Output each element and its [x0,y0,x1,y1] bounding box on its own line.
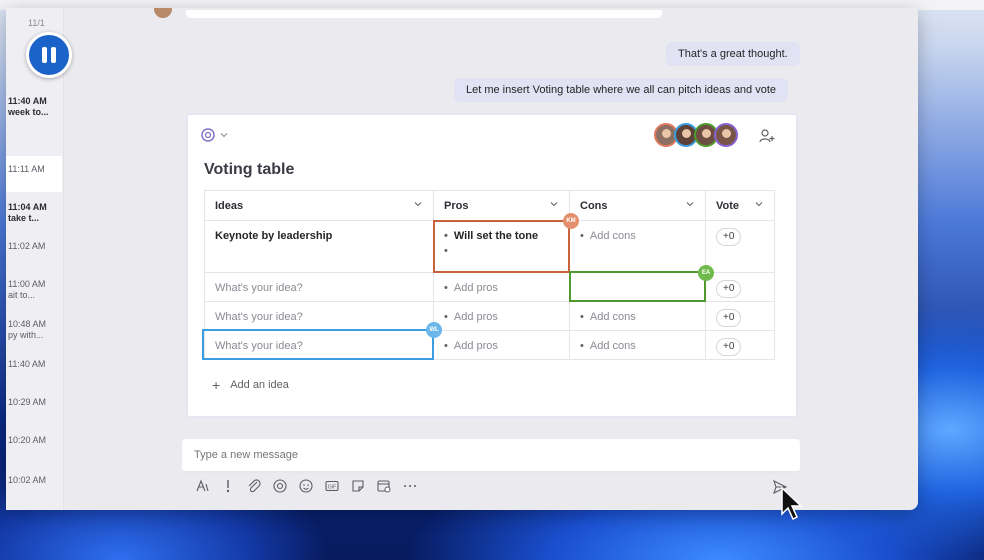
schedule-meeting-icon[interactable] [376,478,392,494]
priority-icon[interactable] [220,478,236,494]
idea-cell[interactable]: What's your idea? [204,330,434,360]
presence-tag: EA [698,265,714,281]
chat-item[interactable]: 10:48 AM py with... [8,319,62,341]
chat-item[interactable]: 10:29 AM [8,397,62,408]
pause-button[interactable] [26,32,72,78]
chat-list: 11/1 11:40 AM week to... 11:11 AM 11:04 A… [6,8,64,510]
compose-toolbar: GIF [194,478,418,494]
message-input[interactable] [194,449,694,461]
vote-cell: +0 [705,330,775,360]
chat-item[interactable]: 11:40 AM week to... [8,96,62,118]
chat-item[interactable]: 11:04 AM take t... [8,202,62,224]
column-header-cons[interactable]: Cons [569,190,706,221]
avatar [154,8,172,18]
idea-cell[interactable]: Keynote by leadership [204,220,434,273]
chat-item[interactable]: 10:02 AM [8,475,62,486]
presence-tag: WL [426,322,442,338]
column-header-vote[interactable]: Vote [705,190,775,221]
vote-cell: +0 [705,301,775,331]
table-row: Keynote by leadership Will set the tone … [204,220,775,273]
vote-button[interactable]: +0 [716,309,742,327]
pros-cell[interactable]: Add pros [433,301,570,331]
loop-icon [201,128,215,142]
cons-cell[interactable] [569,272,706,302]
teams-window: 11/1 11:40 AM week to... 11:11 AM 11:04 A… [6,8,918,510]
cons-cell[interactable]: Add cons [569,330,706,360]
chevron-down-icon [220,133,228,138]
presence-tag: KM [563,213,579,229]
chat-item[interactable]: 11:00 AM ait to... [8,279,62,301]
gif-icon[interactable]: GIF [324,478,340,494]
compose-box[interactable] [182,439,800,473]
cons-cell[interactable]: Add cons [569,301,706,331]
message-bubble: That's a great thought. [666,42,800,66]
collaborator-avatars[interactable] [654,123,738,147]
add-people-icon[interactable] [758,127,776,145]
chat-item[interactable]: 11:02 AM [8,241,62,252]
chat-item[interactable]: 11:40 AM [8,359,62,370]
pause-icon [42,47,47,63]
loop-component-card: Voting table Ideas Pros Cons Vote Keynot… [186,113,798,418]
column-header-pros[interactable]: Pros [433,190,570,221]
pros-cell[interactable]: Add pros [433,272,570,302]
idea-cell[interactable]: What's your idea? [204,301,434,331]
more-options-icon[interactable] [402,478,418,494]
chevron-down-icon[interactable] [754,199,764,209]
vote-cell: +0 [705,272,775,302]
svg-text:GIF: GIF [328,485,336,491]
loop-icon[interactable] [272,478,288,494]
format-icon[interactable] [194,478,210,494]
pros-cell[interactable]: Add pros [433,330,570,360]
chevron-down-icon[interactable] [685,199,695,209]
table-row: What's your idea? Add pros Add cons +0 [204,330,775,360]
chat-item[interactable]: 10:20 AM [8,435,62,446]
vote-button[interactable]: +0 [716,228,742,246]
loop-menu[interactable] [200,127,228,143]
chat-date: 11/1 [28,18,45,28]
emoji-icon[interactable] [298,478,314,494]
voting-table: Ideas Pros Cons Vote Keynote by leadersh… [204,190,775,360]
vote-button[interactable]: +0 [716,280,742,298]
idea-cell[interactable]: What's your idea? [204,272,434,302]
chat-item[interactable]: 11:11 AM [8,164,62,175]
chevron-down-icon[interactable] [549,199,559,209]
vote-button[interactable]: +0 [716,338,742,356]
message-bubble: Let me insert Voting table where we all … [454,78,789,102]
column-header-ideas[interactable]: Ideas [204,190,434,221]
attach-icon[interactable] [246,478,262,494]
sticker-icon[interactable] [350,478,366,494]
add-idea-button[interactable]: + Add an idea [212,377,289,393]
card-title: Voting table [204,161,295,178]
pros-cell[interactable]: Will set the tone [433,220,570,273]
cons-cell[interactable]: Add cons [569,220,706,273]
avatar [714,123,738,147]
table-row: What's your idea? Add pros +0 [204,272,775,302]
chevron-down-icon[interactable] [413,199,423,209]
table-row: What's your idea? Add pros Add cons +0 [204,301,775,331]
previous-message-bubble [186,10,662,18]
plus-icon: + [212,377,221,393]
mouse-cursor-icon [781,486,803,521]
vote-cell: +0 [705,220,775,273]
